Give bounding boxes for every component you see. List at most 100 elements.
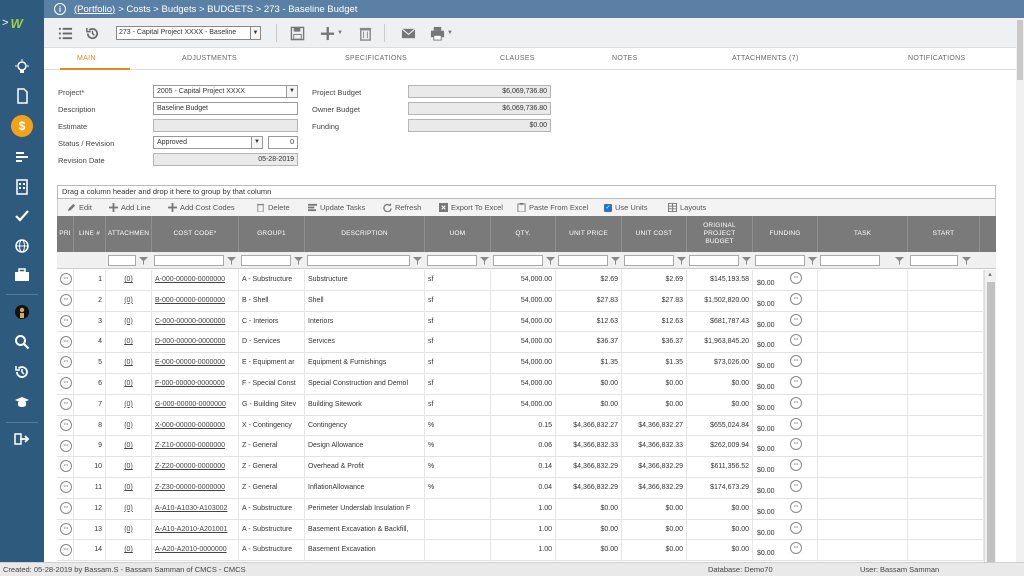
column-header-task[interactable]: TASK bbox=[818, 216, 908, 252]
tab-adjustments[interactable]: ADJUSTMENTS bbox=[182, 55, 237, 62]
original-budget-cell[interactable]: $174,673.29 bbox=[687, 478, 753, 499]
row-menu-icon[interactable]: ••• bbox=[60, 522, 72, 535]
column-header-description[interactable]: DESCRIPTION bbox=[305, 216, 425, 252]
column-header-pri[interactable]: PRI bbox=[57, 216, 74, 252]
use-units-checkbox[interactable]: ✓ Use Units bbox=[604, 203, 648, 212]
sidebar-item-search[interactable] bbox=[0, 327, 44, 357]
start-cell[interactable] bbox=[908, 374, 984, 395]
sidebar-item-training[interactable] bbox=[0, 387, 44, 417]
attachments-link[interactable]: (0) bbox=[124, 380, 133, 387]
filter-icon[interactable] bbox=[611, 256, 620, 265]
funding-menu-icon[interactable]: ••• bbox=[790, 459, 802, 472]
group1-cell[interactable]: Z - General bbox=[239, 457, 305, 478]
table-row[interactable]: ••• 8 (0) X-000-00000-0000000 X - Contingenc… bbox=[57, 415, 984, 437]
unit-price-cell[interactable]: $36.37 bbox=[556, 332, 622, 354]
group1-cell[interactable]: A - Substructure bbox=[239, 540, 305, 562]
attachments-link[interactable]: (0) bbox=[124, 422, 133, 429]
original-budget-cell[interactable]: $681,787.43 bbox=[687, 311, 753, 333]
unit-price-cell[interactable]: $12.63 bbox=[556, 311, 622, 333]
attachments-link[interactable]: (0) bbox=[124, 276, 133, 283]
description-cell[interactable]: Shell bbox=[305, 290, 425, 312]
attachments-link[interactable]: (0) bbox=[124, 318, 133, 325]
sidebar-item-user[interactable] bbox=[0, 297, 44, 327]
description-cell[interactable]: Services bbox=[305, 332, 425, 354]
attachments-link[interactable]: (0) bbox=[124, 359, 133, 366]
delete-button[interactable] bbox=[357, 25, 373, 41]
sidebar-item-buildings[interactable] bbox=[0, 172, 44, 202]
column-header-qty[interactable]: QTY. bbox=[491, 216, 556, 252]
cost-code-link[interactable]: E-000-00000-0000000 bbox=[155, 359, 225, 366]
project-select[interactable]: 2005 - Capital Project XXXX ▼ bbox=[153, 85, 298, 98]
sidebar-item-tasks[interactable] bbox=[0, 201, 44, 231]
group1-cell[interactable]: A - Substructure bbox=[239, 498, 305, 520]
attachments-link[interactable]: (0) bbox=[124, 442, 133, 449]
line-cell[interactable]: 6 bbox=[74, 374, 106, 395]
start-cell[interactable] bbox=[908, 436, 984, 458]
row-menu-icon[interactable]: ••• bbox=[60, 273, 72, 286]
funding-menu-icon[interactable]: ••• bbox=[790, 542, 802, 555]
add-line-button[interactable]: Add Line bbox=[109, 203, 151, 212]
start-cell[interactable] bbox=[908, 498, 984, 520]
filter-icon[interactable] bbox=[480, 256, 489, 265]
description-cell[interactable]: Special Construction and Demol bbox=[305, 374, 425, 395]
description-cell[interactable]: Perimeter Underslab Insulation F bbox=[305, 498, 425, 520]
qty-cell[interactable]: 54,000.00 bbox=[491, 332, 556, 354]
start-cell[interactable] bbox=[908, 332, 984, 354]
save-button[interactable] bbox=[289, 25, 305, 41]
filter-icon[interactable] bbox=[742, 256, 751, 265]
table-row[interactable]: ••• 5 (0) E-000-00000-0000000 E - Equipment … bbox=[57, 353, 984, 374]
unit-cost-cell[interactable]: $4,366,832.29 bbox=[622, 478, 687, 499]
cost-code-link[interactable]: A-A10-A1030-A103002 bbox=[155, 505, 227, 512]
description-cell[interactable]: Interiors bbox=[305, 311, 425, 333]
filter-input-original-budget[interactable] bbox=[689, 255, 739, 266]
print-menu-button[interactable]: ▼ bbox=[446, 25, 454, 41]
start-cell[interactable] bbox=[908, 519, 984, 541]
original-budget-cell[interactable]: $0.00 bbox=[687, 540, 753, 562]
task-cell[interactable] bbox=[818, 519, 908, 541]
line-cell[interactable]: 9 bbox=[74, 436, 106, 458]
unit-price-cell[interactable]: $1.35 bbox=[556, 353, 622, 374]
funding-menu-icon[interactable]: ••• bbox=[790, 313, 802, 326]
funding-menu-icon[interactable]: ••• bbox=[790, 355, 802, 368]
add-cost-codes-button[interactable]: Add Cost Codes bbox=[168, 203, 235, 212]
unit-price-cell[interactable]: $0.00 bbox=[556, 498, 622, 520]
line-cell[interactable]: 13 bbox=[74, 519, 106, 541]
column-header-unit-price[interactable]: UNIT PRICE bbox=[556, 216, 622, 252]
cost-code-link[interactable]: D-000-00000-0000000 bbox=[155, 338, 225, 345]
revision-date-field[interactable]: 05-28-2019 bbox=[153, 153, 298, 166]
row-menu-icon[interactable]: ••• bbox=[60, 460, 72, 473]
table-row[interactable]: ••• 12 (0) A-A10-A1030-A103002 A - Substruct… bbox=[57, 498, 984, 520]
funding-menu-icon[interactable]: ••• bbox=[790, 521, 802, 534]
revision-field[interactable]: 0 bbox=[268, 136, 298, 149]
filter-input-group1[interactable] bbox=[241, 255, 291, 266]
column-header-original-project-budget[interactable]: ORIGINAL PROJECT BUDGET bbox=[687, 216, 753, 252]
list-view-button[interactable] bbox=[57, 25, 73, 41]
start-cell[interactable] bbox=[908, 311, 984, 333]
row-menu-icon[interactable]: ••• bbox=[60, 543, 72, 556]
unit-price-cell[interactable]: $27.83 bbox=[556, 290, 622, 312]
filter-icon[interactable] bbox=[139, 256, 148, 265]
unit-cost-cell[interactable]: $36.37 bbox=[622, 332, 687, 354]
funding-menu-icon[interactable]: ••• bbox=[790, 480, 802, 492]
column-header-group1[interactable]: GROUP1 bbox=[239, 216, 305, 252]
cost-code-link[interactable]: X-000-00000-0000000 bbox=[155, 422, 225, 429]
cost-code-link[interactable]: Z-Z10-00000-0000000 bbox=[155, 442, 225, 449]
status-select[interactable]: Approved ▼ bbox=[153, 136, 263, 149]
line-cell[interactable]: 14 bbox=[74, 540, 106, 562]
unit-price-cell[interactable]: $0.00 bbox=[556, 374, 622, 395]
filter-input-cost-code[interactable] bbox=[154, 255, 224, 266]
task-cell[interactable] bbox=[818, 540, 908, 562]
email-button[interactable] bbox=[400, 25, 416, 41]
layouts-button[interactable]: Layouts bbox=[668, 203, 706, 212]
group1-cell[interactable]: A - Substructure bbox=[239, 270, 305, 291]
table-row[interactable]: ••• 9 (0) Z-Z10-00000-0000000 Z - General Des… bbox=[57, 436, 984, 458]
qty-cell[interactable]: 1.00 bbox=[491, 498, 556, 520]
cost-code-link[interactable]: G-000-00000-0000000 bbox=[155, 401, 226, 408]
funding-menu-icon[interactable]: ••• bbox=[790, 500, 802, 513]
filter-icon[interactable] bbox=[808, 256, 817, 265]
attachments-link[interactable]: (0) bbox=[124, 338, 133, 345]
original-budget-cell[interactable]: $262,009.94 bbox=[687, 436, 753, 458]
description-cell[interactable]: Contingency bbox=[305, 415, 425, 437]
uom-cell[interactable]: sf bbox=[425, 374, 491, 395]
original-budget-cell[interactable]: $73,026.00 bbox=[687, 353, 753, 374]
